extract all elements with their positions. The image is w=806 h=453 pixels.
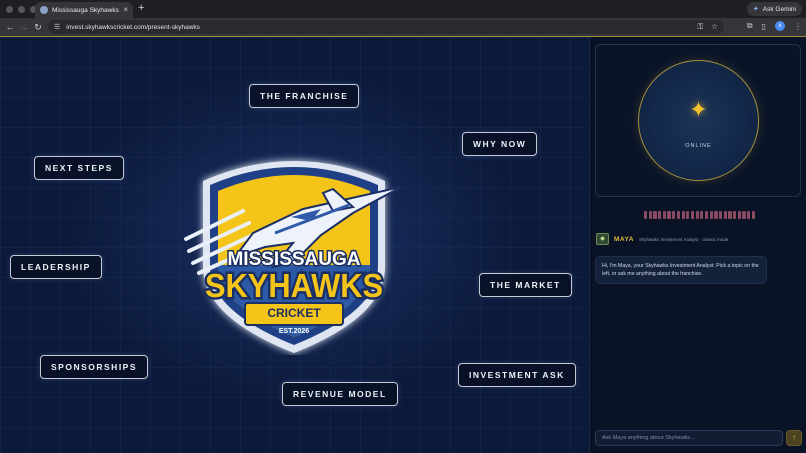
ask-gemini-label: Ask Gemini xyxy=(762,5,796,13)
site-settings-icon[interactable]: ☰ xyxy=(54,23,60,31)
bookmark-star-icon[interactable]: ☆ xyxy=(711,22,718,32)
topic-leadership[interactable]: LEADERSHIP xyxy=(10,255,102,279)
logo-text-cricket: CRICKET xyxy=(267,306,321,320)
browser-tab-active[interactable]: Mississauga Skyhawks — Inv… × xyxy=(35,2,133,18)
browser-tab-bar: Mississauga Skyhawks — Inv… × + ✦ Ask Ge… xyxy=(0,0,806,18)
ask-gemini-button[interactable]: ✦ Ask Gemini xyxy=(746,2,802,16)
agent-subtitle: Skyhawks Investment Analyst · classic mo… xyxy=(638,236,729,242)
window-controls xyxy=(6,5,37,13)
address-bar[interactable]: ☰ invest.skyhawkscricket.com/present-sky… xyxy=(48,20,724,34)
agent-name: MAYA xyxy=(614,235,634,243)
forward-arrow-icon[interactable]: → xyxy=(17,22,31,32)
close-window-button[interactable] xyxy=(6,5,13,13)
send-arrow-icon: ↑ xyxy=(792,433,796,442)
tab-title: Mississauga Skyhawks — Inv… xyxy=(52,6,119,14)
sparkle-icon: ✦ xyxy=(752,6,759,13)
reload-icon[interactable]: ↻ xyxy=(31,22,45,33)
send-button[interactable]: ↑ xyxy=(786,430,802,446)
password-key-icon[interactable]: ⚿ xyxy=(698,22,704,32)
assistant-status: ONLINE xyxy=(685,143,712,149)
close-tab-icon[interactable]: × xyxy=(123,6,128,14)
profile-avatar[interactable]: x xyxy=(775,21,785,31)
url-text[interactable]: invest.skyhawkscricket.com/present-skyha… xyxy=(66,24,691,31)
new-tab-button[interactable]: + xyxy=(138,3,144,14)
agent-header: ◆ MAYA Skyhawks Investment Analyst · cla… xyxy=(596,233,728,245)
topic-the-market[interactable]: THE MARKET xyxy=(479,273,572,297)
sparkle-icon: ✦ xyxy=(689,97,708,122)
topic-investment-ask[interactable]: INVESTMENT ASK xyxy=(458,363,576,387)
topic-revenue-model[interactable]: REVENUE MODEL xyxy=(282,382,398,406)
topic-next-steps[interactable]: NEXT STEPS xyxy=(34,156,124,180)
presentation-page: THE FRANCHISE WHY NOW NEXT STEPS LEADERS… xyxy=(0,36,806,453)
minimize-window-button[interactable] xyxy=(18,5,25,13)
agent-crest-icon: ◆ xyxy=(596,233,609,245)
chat-input[interactable] xyxy=(595,430,783,446)
globe-icon xyxy=(40,6,48,14)
back-arrow-icon[interactable]: ← xyxy=(3,22,17,32)
topic-the-franchise[interactable]: THE FRANCHISE xyxy=(249,84,360,108)
audio-waveform xyxy=(644,211,755,219)
assistant-orb: ✦ ONLINE xyxy=(638,60,759,181)
logo-text-established: EST.2026 xyxy=(279,328,309,335)
topic-stage: THE FRANCHISE WHY NOW NEXT STEPS LEADERS… xyxy=(0,37,588,453)
skyhawks-logo: MISSISSAUGA SKYHAWKS CRICKET EST.2026 xyxy=(184,161,402,353)
more-menu-icon[interactable]: ⋮ xyxy=(794,22,802,31)
side-panel-icon[interactable]: ▯ xyxy=(762,22,766,31)
logo-text-skyhawks: SKYHAWKS xyxy=(205,267,383,304)
topic-why-now[interactable]: WHY NOW xyxy=(462,132,538,156)
avatar-card: ✦ ONLINE xyxy=(595,44,801,197)
topic-sponsorships[interactable]: SPONSORSHIPS xyxy=(40,355,149,379)
assistant-message: Hi, I'm Maya, your Skyhawks Investment A… xyxy=(595,256,767,284)
assistant-sidebar: ✦ ONLINE ◆ MAYA Skyhawks Investment Anal… xyxy=(589,37,806,453)
browser-toolbar: ← → ↻ ☰ invest.skyhawkscricket.com/prese… xyxy=(0,18,806,36)
extensions-icon[interactable]: ⧉ xyxy=(747,21,753,31)
